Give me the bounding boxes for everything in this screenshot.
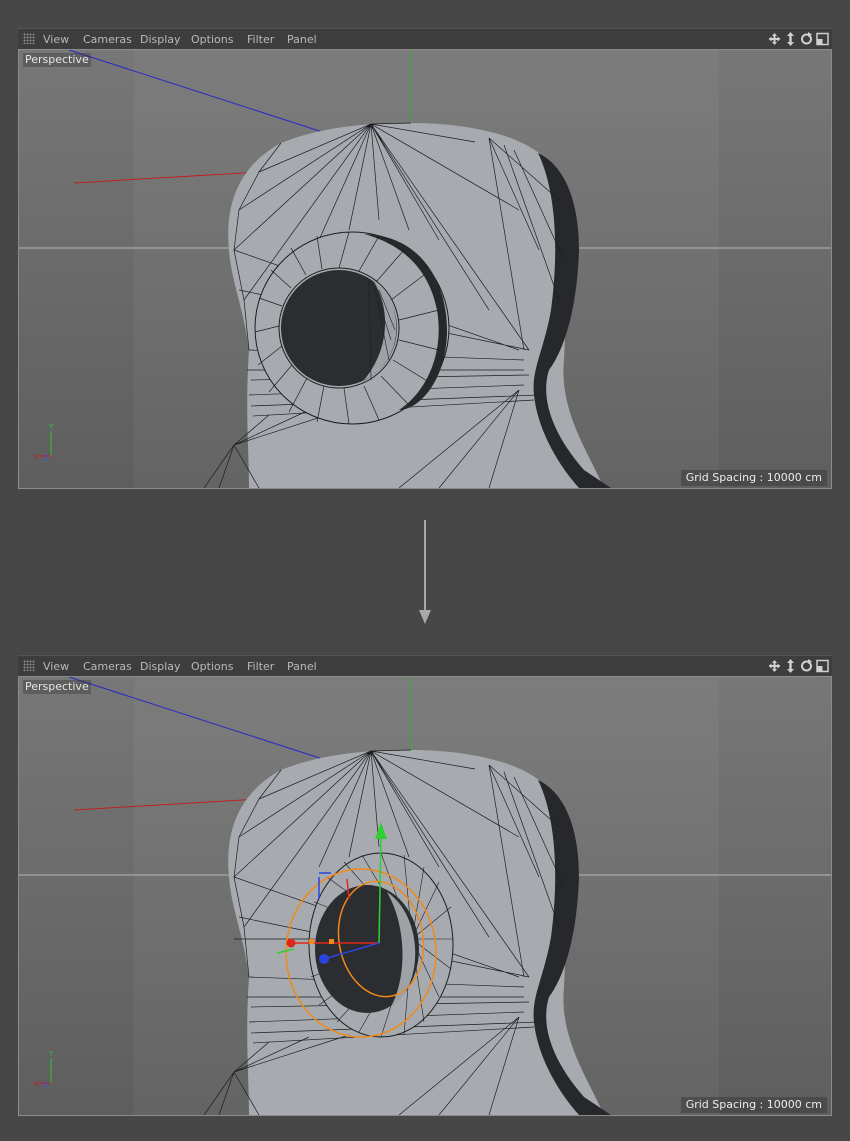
menu-panel[interactable]: Panel [287,656,317,677]
menu-filter[interactable]: Filter [247,29,274,50]
rotate-view-icon[interactable] [799,657,814,675]
viewport-panel-after: View Cameras Display Options Filter Pane… [18,655,832,1116]
menu-display[interactable]: Display [140,656,181,677]
svg-text:X: X [34,1080,39,1088]
grid-spacing-label: Grid Spacing : 10000 cm [680,1097,827,1113]
rotate-view-icon[interactable] [799,30,814,48]
move-view-icon[interactable] [767,657,782,675]
svg-text:Y: Y [48,423,54,431]
panel-grip-icon[interactable] [23,660,35,671]
svg-text:X: X [34,453,39,461]
menu-cameras[interactable]: Cameras [83,29,132,50]
grid-spacing-label: Grid Spacing : 10000 cm [680,470,827,486]
menu-display[interactable]: Display [140,29,181,50]
viewport-panel-before: View Cameras Display Options Filter Pane… [18,28,832,489]
maximize-view-icon[interactable] [815,30,830,48]
camera-label[interactable]: Perspective [23,680,91,694]
menu-cameras[interactable]: Cameras [83,656,132,677]
panel-grip-icon[interactable] [23,33,35,44]
menu-panel[interactable]: Panel [287,29,317,50]
menu-options[interactable]: Options [191,29,233,50]
menu-options[interactable]: Options [191,656,233,677]
viewport-menubar: View Cameras Display Options Filter Pane… [18,28,832,49]
svg-text:Y: Y [48,1050,54,1058]
dolly-view-icon[interactable] [783,30,798,48]
viewport-3d[interactable]: Y X Z Perspective Grid Spacing : 10000 c… [18,676,832,1116]
dolly-view-icon[interactable] [783,657,798,675]
maximize-view-icon[interactable] [815,657,830,675]
menu-view[interactable]: View [43,656,69,677]
svg-text:Z: Z [43,454,48,462]
svg-text:Z: Z [43,1081,48,1089]
viewport-3d[interactable]: Y X Z Perspective Grid Spacing : 10000 c… [18,49,832,489]
move-view-icon[interactable] [767,30,782,48]
camera-label[interactable]: Perspective [23,53,91,67]
down-arrow-icon [419,520,431,624]
viewport-menubar: View Cameras Display Options Filter Pane… [18,655,832,676]
menu-view[interactable]: View [43,29,69,50]
menu-filter[interactable]: Filter [247,656,274,677]
